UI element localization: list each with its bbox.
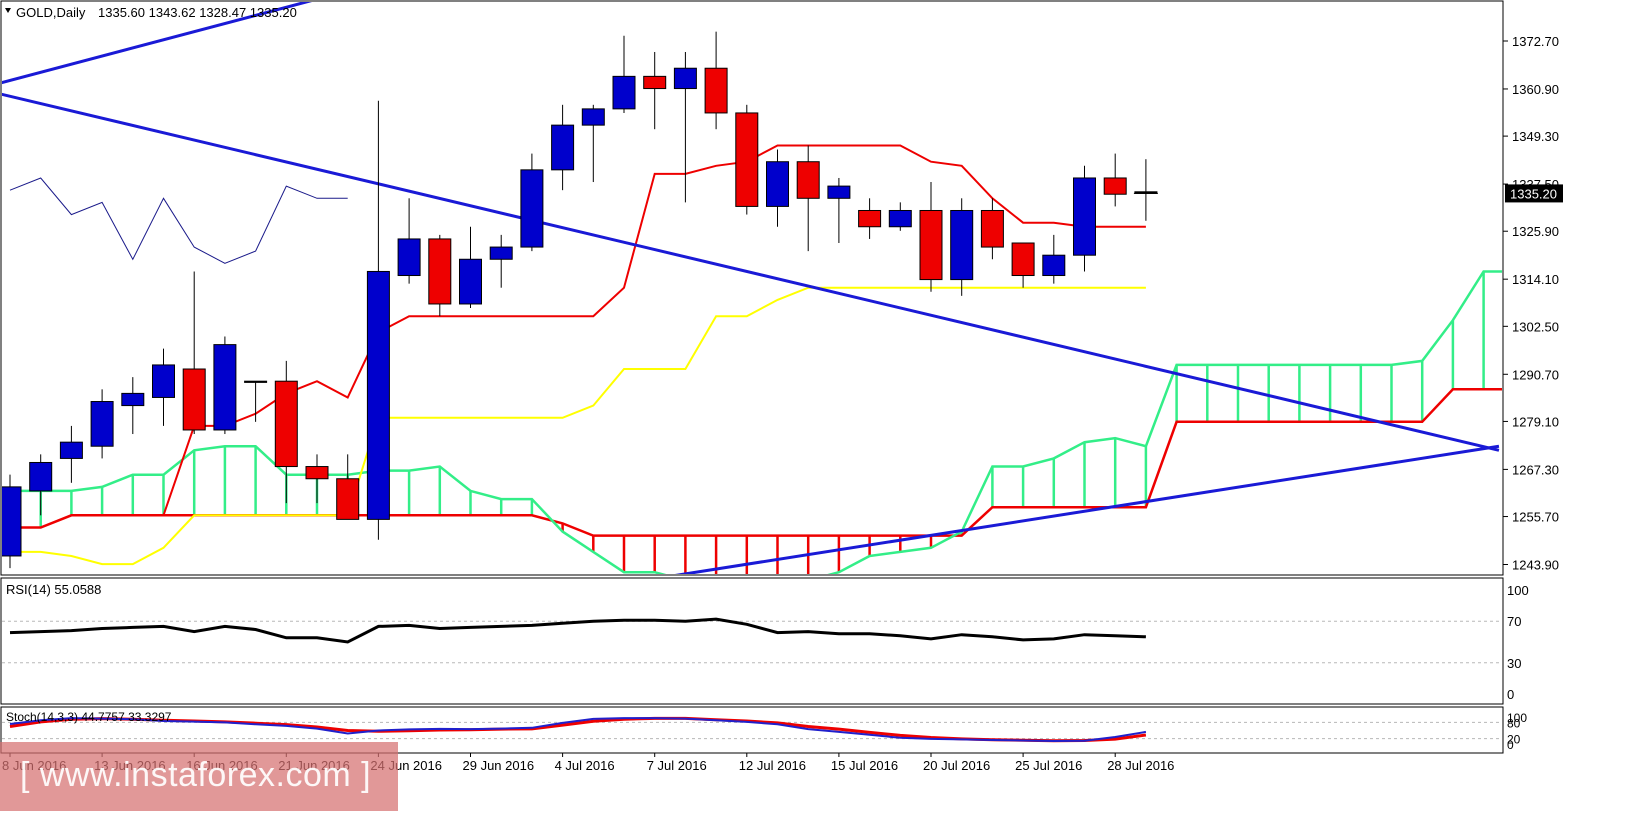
current-price-label: 1335.20 <box>1510 186 1557 201</box>
stoch-main-line <box>9 717 1147 743</box>
candle-body[interactable] <box>612 75 636 110</box>
rsi-line <box>9 617 1146 644</box>
candle-body[interactable] <box>1103 177 1127 195</box>
rsi-y-tick-label: 100 <box>1507 583 1529 598</box>
candle-body[interactable] <box>581 108 605 126</box>
candle-body[interactable] <box>428 238 452 305</box>
candle-body[interactable] <box>59 441 83 459</box>
symbol-label: GOLD,Daily <box>16 5 86 20</box>
candle-body[interactable] <box>459 258 482 305</box>
candle-body[interactable] <box>29 461 53 492</box>
candle-body[interactable] <box>643 75 667 90</box>
candle-body[interactable] <box>1011 242 1035 277</box>
candle-body[interactable] <box>673 67 697 90</box>
candle-body[interactable] <box>182 368 206 431</box>
rsi-y-tick-label: 30 <box>1507 656 1521 671</box>
candle-body[interactable] <box>213 344 237 431</box>
ohlc-values: 1335.60 1343.62 1328.47 1335.20 <box>98 5 297 20</box>
rsi-y-tick-label: 70 <box>1507 614 1521 629</box>
main-y-tick-label: 1279.10 <box>1512 414 1559 429</box>
candle-body[interactable] <box>551 124 575 171</box>
watermark-logo: [ www.instaforex.com ] <box>0 742 398 811</box>
candle-body[interactable] <box>366 270 390 520</box>
candle-body[interactable] <box>888 209 912 228</box>
watermark-text: [ www.instaforex.com ] <box>20 756 372 794</box>
candle-body[interactable] <box>244 380 268 383</box>
main-panel-frame <box>0 0 1504 576</box>
candle-body[interactable] <box>704 67 728 114</box>
chart-root: 1372.701360.901349.301337.501325.901314.… <box>0 0 1632 811</box>
candle-body[interactable] <box>0 486 22 557</box>
candle-body[interactable] <box>1073 177 1096 256</box>
candle-body[interactable] <box>305 466 329 480</box>
candle-body[interactable] <box>980 209 1004 248</box>
x-tick-label: 15 Jul 2016 <box>831 758 898 773</box>
main-y-tick-label: 1372.70 <box>1512 34 1559 49</box>
candle-body[interactable] <box>336 478 360 520</box>
main-y-tick-label: 1360.90 <box>1512 82 1559 97</box>
stoch-y-tick-label: 80 <box>1507 716 1521 730</box>
candle-body[interactable] <box>735 112 759 207</box>
x-tick-label: 4 Jul 2016 <box>555 758 615 773</box>
candle-body[interactable] <box>919 209 943 281</box>
chikou-span-line <box>9 177 348 264</box>
candle-body[interactable] <box>90 401 114 447</box>
stoch-title: Stoch(14,3,3) 44.7757 33.3297 <box>6 710 172 724</box>
candle-body[interactable] <box>1042 254 1066 277</box>
x-tick-label: 28 Jul 2016 <box>1107 758 1174 773</box>
x-tick-label: 7 Jul 2016 <box>647 758 707 773</box>
chart-canvas[interactable]: 1372.701360.901349.301337.501325.901314.… <box>0 0 1632 811</box>
candle-body[interactable] <box>766 161 789 207</box>
tenkan-sen-line <box>10 144 1146 529</box>
candle-body[interactable] <box>950 209 974 281</box>
x-tick-label: 25 Jul 2016 <box>1015 758 1082 773</box>
candle-body[interactable] <box>121 392 145 407</box>
candle-body[interactable] <box>397 238 421 277</box>
candle-body[interactable] <box>520 169 544 248</box>
x-tick-label: 12 Jul 2016 <box>739 758 806 773</box>
rsi-panel-frame <box>0 577 1504 705</box>
candle-body[interactable] <box>858 209 882 228</box>
main-y-tick-label: 1314.10 <box>1512 272 1559 287</box>
main-y-tick-label: 1243.90 <box>1512 558 1559 573</box>
x-tick-label: 20 Jul 2016 <box>923 758 990 773</box>
main-y-tick-label: 1302.50 <box>1512 319 1559 334</box>
stoch-y-tick-label: 0 <box>1507 738 1514 752</box>
candle-body[interactable] <box>489 246 513 260</box>
collapse-triangle-icon[interactable] <box>5 8 11 13</box>
candle-body[interactable] <box>152 364 175 398</box>
main-y-tick-label: 1290.70 <box>1512 367 1559 382</box>
rsi-title: RSI(14) 55.0588 <box>6 582 101 597</box>
main-y-tick-label: 1255.70 <box>1512 510 1559 525</box>
x-tick-label: 29 Jun 2016 <box>463 758 535 773</box>
main-y-tick-label: 1349.30 <box>1512 129 1559 144</box>
main-y-tick-label: 1325.90 <box>1512 224 1559 239</box>
candle-body[interactable] <box>796 161 820 199</box>
rsi-y-tick-label: 0 <box>1507 687 1514 702</box>
main-y-tick-label: 1267.30 <box>1512 462 1559 477</box>
candle-body[interactable] <box>274 380 298 468</box>
candle-body[interactable] <box>827 185 851 199</box>
